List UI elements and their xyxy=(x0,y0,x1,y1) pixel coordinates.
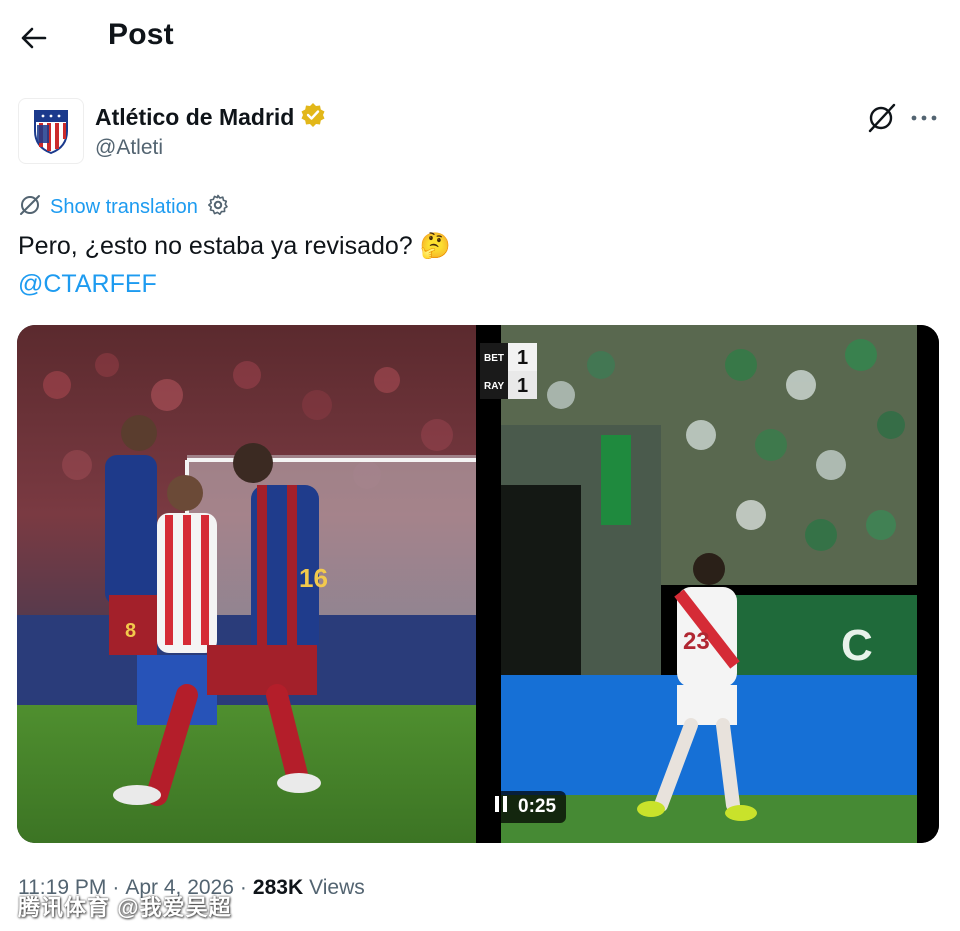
elapsed-time: 0:25 xyxy=(518,796,557,817)
pause-icon[interactable] xyxy=(494,795,508,819)
score-away: 1 xyxy=(517,375,528,397)
score-home: 1 xyxy=(517,347,528,369)
more-options-icon[interactable] xyxy=(908,102,940,134)
media-grid: 8 16 C 23 BET RAY 1 1 0:25 xyxy=(17,325,939,843)
jersey-number-b: 16 xyxy=(299,563,328,593)
tweet-text: Pero, ¿esto no estaba ya revisado? 🤔 xyxy=(18,232,451,260)
video-player[interactable]: C 23 BET RAY 1 1 0:25 xyxy=(480,325,939,843)
video-frame: C 23 xyxy=(501,325,917,843)
author-row: Atlético de Madrid @Atleti xyxy=(18,98,942,168)
handle[interactable]: @Atleti xyxy=(95,136,163,160)
verified-badge-icon xyxy=(300,102,326,133)
name-row: Atlético de Madrid xyxy=(95,102,326,133)
top-bar: Post xyxy=(0,0,960,76)
back-arrow-icon[interactable] xyxy=(18,22,50,54)
match-photo[interactable]: 8 16 xyxy=(17,325,476,843)
page-title: Post xyxy=(108,18,174,51)
scoreboard: BET RAY 1 1 xyxy=(480,343,537,399)
display-name[interactable]: Atlético de Madrid xyxy=(95,104,294,131)
grok-icon[interactable] xyxy=(866,102,898,134)
translation-row: Show translation xyxy=(18,193,230,222)
meta-separator: · xyxy=(239,876,247,899)
settings-gear-icon[interactable] xyxy=(206,193,230,222)
show-translation-link[interactable]: Show translation xyxy=(50,196,198,219)
views-count: 283K xyxy=(252,876,304,899)
mention-link[interactable]: @CTARFEF xyxy=(18,270,157,299)
ad-board-text: C xyxy=(841,621,873,670)
jersey-number-a: 8 xyxy=(125,620,136,642)
avatar[interactable] xyxy=(18,98,84,164)
score-team-home: BET xyxy=(484,353,504,364)
watermark: 腾讯体育 @我爱吴超 xyxy=(18,895,232,920)
views-label: Views xyxy=(309,876,365,899)
svg-text:23: 23 xyxy=(683,628,710,655)
video-timer[interactable]: 0:25 xyxy=(484,791,567,823)
score-team-away: RAY xyxy=(484,381,505,392)
translate-icon xyxy=(18,193,42,222)
atleti-crest-icon xyxy=(34,110,68,155)
